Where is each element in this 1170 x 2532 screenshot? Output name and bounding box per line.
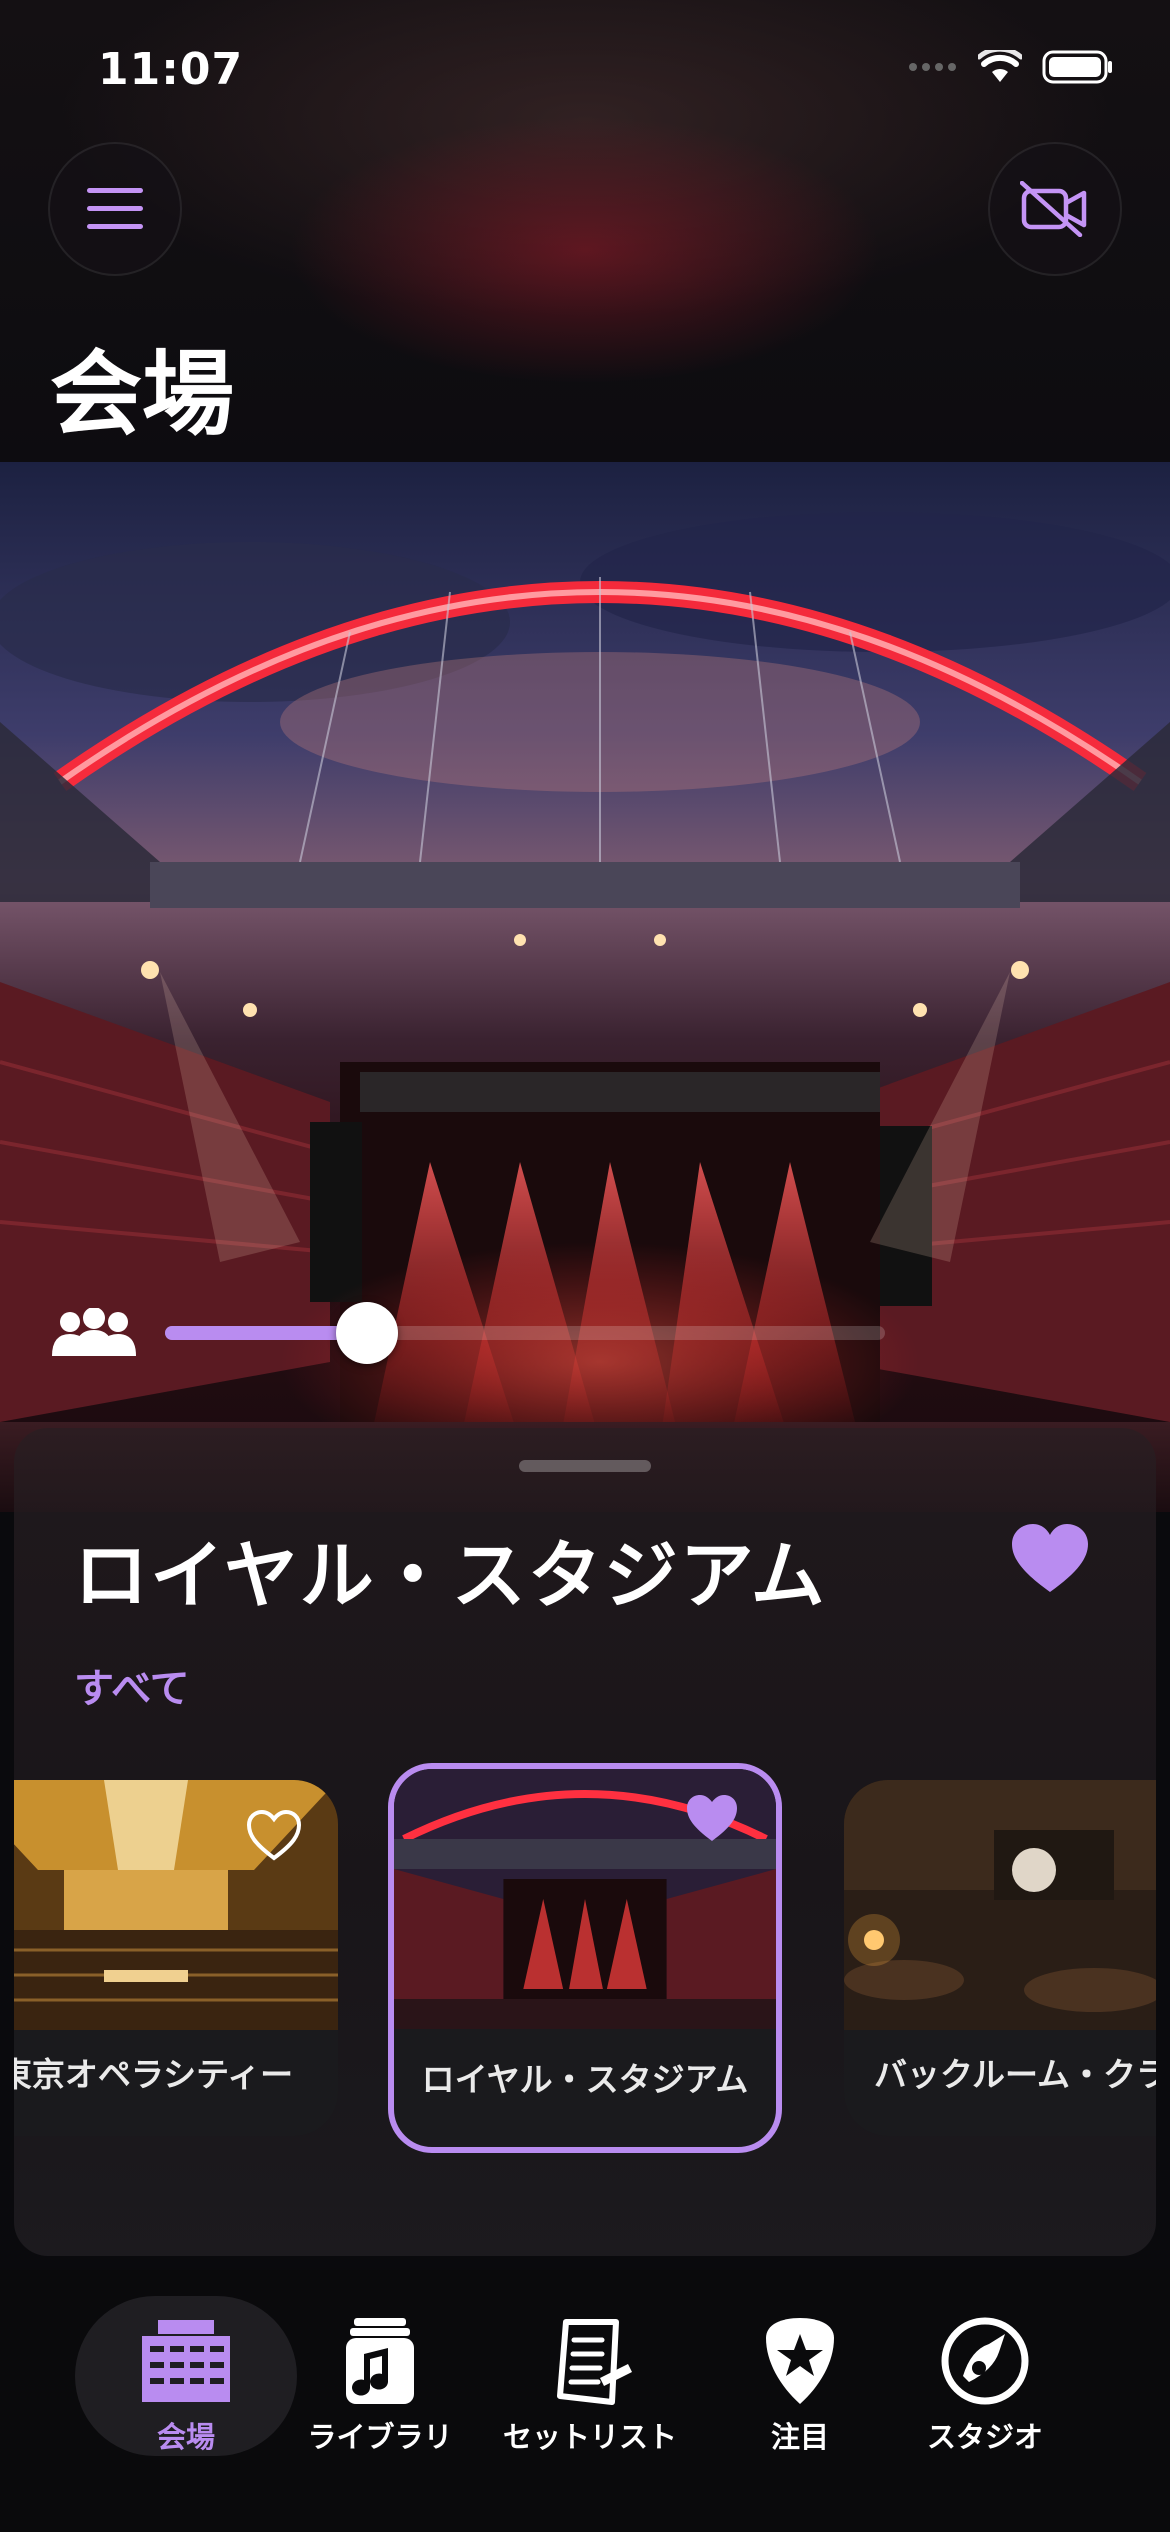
sheet-grabber[interactable] (519, 1460, 651, 1472)
slider-thumb[interactable] (336, 1302, 398, 1364)
venue-card-tokyo-opera-city[interactable]: 東京オペラシティー (14, 1780, 338, 2136)
venue-card-image (844, 1780, 1156, 2030)
wifi-icon (978, 50, 1022, 82)
tab-label: 注目 (770, 2420, 829, 2454)
crowd-icon (52, 1308, 136, 1356)
heart-outline-icon[interactable] (246, 1808, 302, 1864)
tab-featured[interactable]: 注目 (695, 2296, 905, 2456)
tab-bar: 会場 ライブラリ セットリスト 注目 スタジオ (0, 2268, 1170, 2532)
video-off-icon (1020, 181, 1087, 237)
hamburger-icon (87, 188, 143, 229)
venue-card-royal-stadium[interactable]: ロイヤル・スタジアム (388, 1763, 782, 2153)
video-toggle-button[interactable] (988, 142, 1122, 276)
favorite-heart-icon[interactable] (1010, 1520, 1090, 1600)
tab-setlist[interactable]: セットリスト (485, 2296, 695, 2456)
venue-sheet: ロイヤル・スタジアム すべて 東京オペラシティー ロイヤル・スタジアム バックル… (14, 1428, 1156, 2256)
crowd-slider[interactable] (50, 1300, 1160, 1370)
venue-card-backroom-club[interactable]: バックルーム・クラブ (844, 1780, 1156, 2136)
tab-label: スタジオ (926, 2420, 1043, 2454)
venue-card-label: 東京オペラシティー (14, 2055, 294, 2094)
tab-label: 会場 (156, 2420, 215, 2454)
tab-venues[interactable]: 会場 (75, 2296, 297, 2456)
tab-studio[interactable]: スタジオ (880, 2296, 1090, 2456)
menu-button[interactable] (48, 142, 182, 276)
tab-label: ライブラリ (307, 2420, 453, 2454)
status-icons (908, 50, 1114, 84)
venue-card-label: ロイヤル・スタジアム (421, 2060, 749, 2099)
slider-track[interactable] (165, 1302, 885, 1364)
music-note-icon (346, 2318, 414, 2404)
page-title: 会場 (50, 341, 235, 448)
tab-label: セットリスト (502, 2420, 677, 2454)
signal-icon (909, 63, 956, 71)
status-time: 11:07 (98, 44, 244, 95)
header: 11:07 会場 (0, 0, 1170, 462)
filter-all-link[interactable]: すべて (74, 1656, 190, 1714)
venue-name: ロイヤル・スタジアム (74, 1533, 827, 1619)
heart-filled-icon[interactable] (684, 1791, 740, 1847)
battery-icon (1042, 50, 1112, 84)
building-icon (142, 2320, 230, 2402)
venue-card-label: バックルーム・クラブ (874, 2055, 1156, 2094)
studio-icon (941, 2317, 1029, 2405)
guitar-pick-star-icon (766, 2318, 834, 2404)
setlist-icon (557, 2319, 632, 2405)
tab-library[interactable]: ライブラリ (275, 2296, 485, 2456)
